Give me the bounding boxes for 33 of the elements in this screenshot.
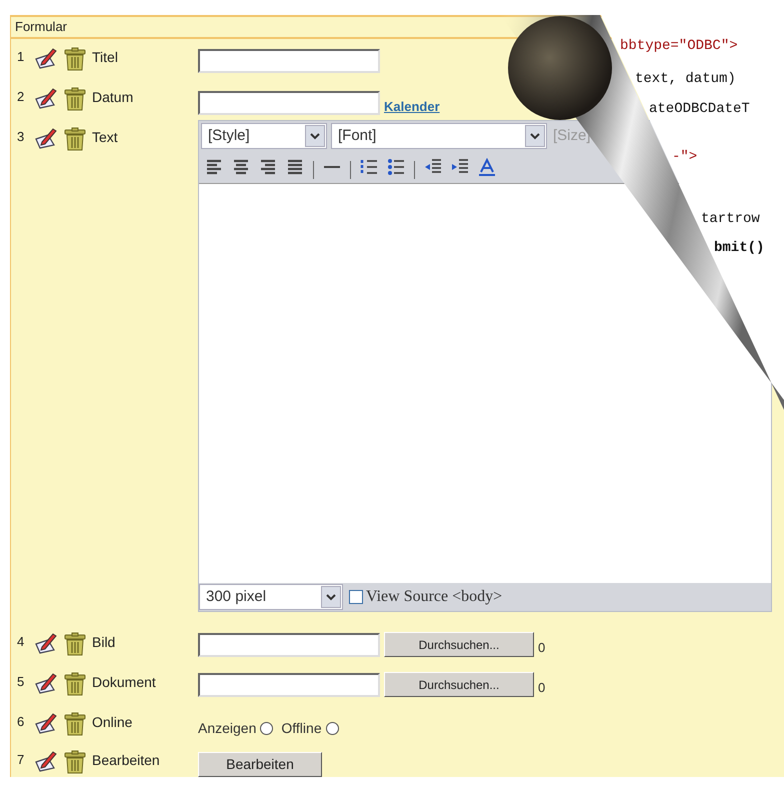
browse-button[interactable]: Durchsuchen... xyxy=(384,632,534,658)
radio-label: Offline xyxy=(281,719,322,738)
calendar-link[interactable]: Kalender xyxy=(384,97,440,116)
field-label: Text xyxy=(92,128,118,147)
code-line: bmit() xyxy=(714,239,764,257)
row-number: 4 xyxy=(17,633,26,651)
row-number: 6 xyxy=(17,713,26,731)
code-line: ateODBCDateT xyxy=(649,100,750,118)
row-number: 5 xyxy=(17,673,26,691)
row-number: 7 xyxy=(17,751,26,769)
panel-title: Formular xyxy=(15,18,68,36)
row-number: 2 xyxy=(17,88,26,106)
browse-button[interactable]: Durchsuchen... xyxy=(384,672,534,698)
font-dropdown[interactable]: [Font] xyxy=(331,123,547,149)
row-number: 1 xyxy=(17,48,26,66)
row-number: 3 xyxy=(17,128,26,146)
code-line: text, datum) xyxy=(635,70,736,88)
field-label: Dokument xyxy=(92,673,156,692)
code-line: tartrow xyxy=(701,210,760,228)
height-dropdown[interactable]: 300 pixel xyxy=(199,584,343,610)
field-label: Datum xyxy=(92,88,134,107)
radio-label: Anzeigen xyxy=(198,719,256,738)
style-dropdown[interactable]: [Style] xyxy=(201,123,327,149)
view-source-label: View Source <body> xyxy=(366,587,502,607)
code-line: -"> xyxy=(672,148,698,166)
field-label: Titel xyxy=(92,48,118,67)
field-label: Online xyxy=(92,713,132,732)
file-count: 0 xyxy=(538,639,546,657)
code-line: bbtype="ODBC"> xyxy=(620,37,738,55)
field-label: Bild xyxy=(92,633,116,652)
edit-button[interactable]: Bearbeiten xyxy=(198,752,322,777)
field-label: Bearbeiten xyxy=(92,751,160,770)
file-count: 0 xyxy=(538,679,546,697)
